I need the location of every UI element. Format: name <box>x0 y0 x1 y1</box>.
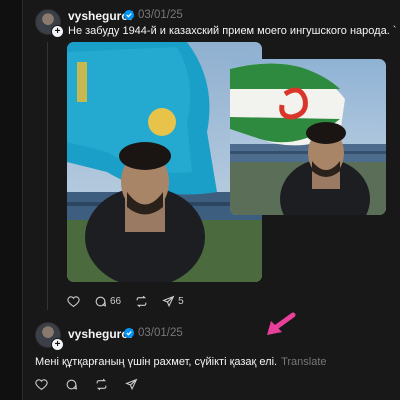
thread-line <box>47 42 48 310</box>
share-button[interactable] <box>125 378 138 391</box>
verified-badge-icon <box>124 328 134 338</box>
post-text-content: Мені құтқарғаның үшін рахмет, сүйікті қа… <box>35 356 278 368</box>
share-icon <box>162 295 175 308</box>
follow-plus-icon[interactable]: + <box>51 25 64 38</box>
heart-icon <box>67 296 80 308</box>
share-button[interactable]: 5 <box>162 295 184 308</box>
like-button[interactable] <box>35 378 48 391</box>
comment-icon <box>66 379 78 390</box>
username[interactable]: vyshegurof <box>68 9 133 23</box>
heart-icon <box>35 379 48 391</box>
translate-link[interactable]: Translate <box>281 356 326 368</box>
repost-button[interactable] <box>95 378 108 391</box>
post-photo[interactable] <box>230 59 386 215</box>
share-count: 5 <box>178 296 184 307</box>
avatar[interactable]: + <box>35 322 64 351</box>
like-button[interactable] <box>67 295 80 308</box>
post-actions <box>35 378 152 391</box>
reply-button[interactable]: 66 <box>94 295 121 308</box>
reply-count: 66 <box>110 296 122 307</box>
verified-badge-icon <box>124 10 134 20</box>
repost-button[interactable] <box>135 295 148 308</box>
repost-icon <box>136 295 147 308</box>
post-date[interactable]: 03/01/25 <box>138 327 183 339</box>
follow-plus-icon[interactable]: + <box>51 338 64 351</box>
reply-button[interactable] <box>65 378 78 391</box>
post-text: Не забуду 1944-й и казахский прием моего… <box>68 25 397 37</box>
repost-icon <box>96 378 107 391</box>
post-date[interactable]: 03/01/25 <box>138 9 183 21</box>
share-icon <box>125 378 138 391</box>
post-actions: 66 5 <box>67 295 198 308</box>
comment-icon <box>95 296 107 307</box>
username[interactable]: vyshegurof <box>68 327 133 341</box>
avatar[interactable]: + <box>35 9 64 38</box>
arrow-annotation <box>267 312 296 335</box>
post-text: Мені құтқарғаның үшін рахмет, сүйікті қа… <box>35 356 327 368</box>
